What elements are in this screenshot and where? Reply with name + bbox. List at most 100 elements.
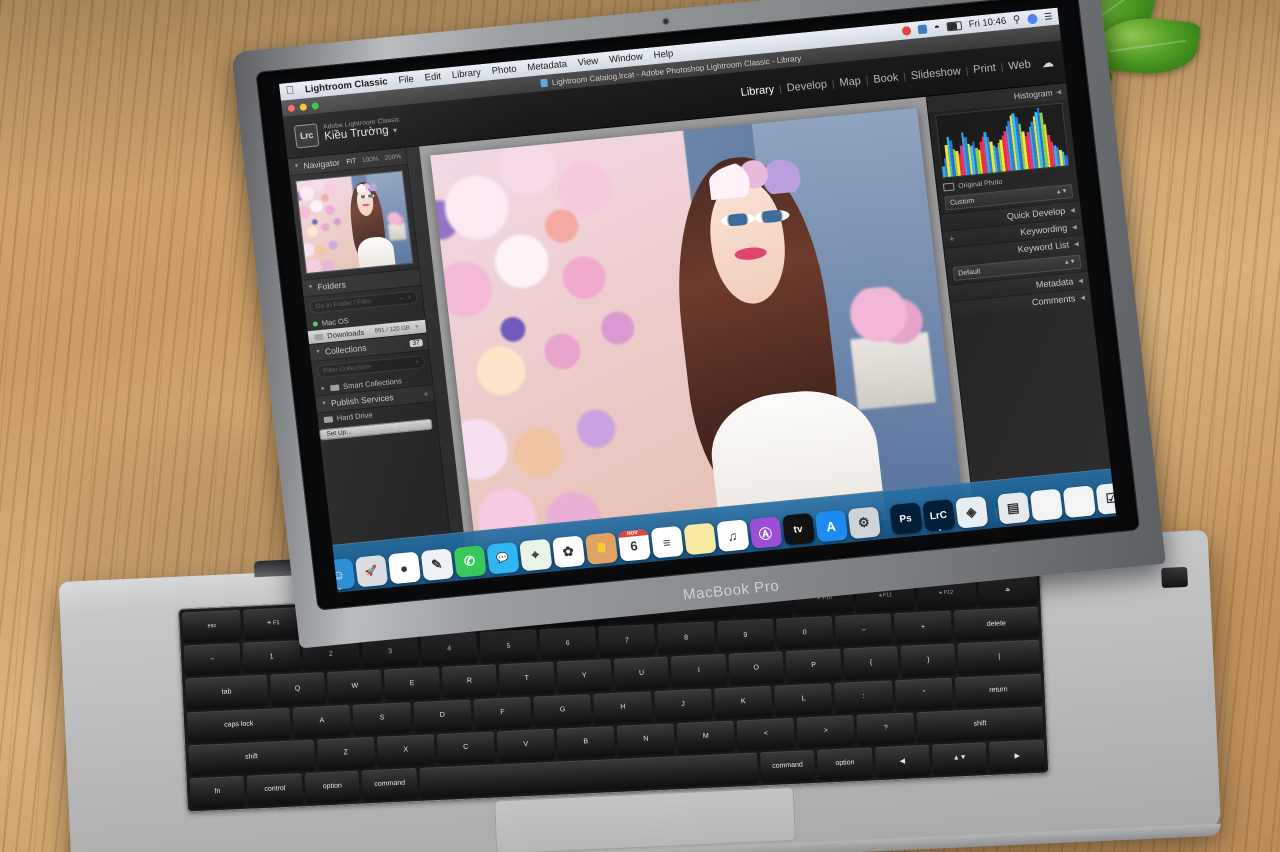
key-g[interactable]: G [533,693,592,727]
minus-icon[interactable]: – [399,295,403,302]
appletv-icon[interactable]: tv [781,512,815,546]
siri-icon[interactable] [1026,13,1038,25]
cloud-sync-icon[interactable]: ☁ [1041,55,1055,70]
combo-arrows-icon[interactable]: ▲▼ [1055,188,1068,195]
chevron-down-icon[interactable]: ▼ [414,324,421,331]
triangle-icon[interactable]: ▼ [321,401,328,408]
key-f[interactable]: F [473,696,532,730]
key-[interactable]: + [894,610,952,644]
key-1[interactable]: 1 [242,640,301,674]
lightroom-classic-icon[interactable]: LrC [921,499,956,532]
key-option[interactable]: option [817,747,873,780]
key-e[interactable]: E [384,667,441,700]
menu-item-edit[interactable]: Edit [424,71,442,84]
key-0[interactable]: 0 [775,616,834,649]
key-5[interactable]: 5 [479,629,538,663]
collapse-caret-icon[interactable]: ◀ [1080,294,1085,301]
combo-arrows-icon[interactable]: ▲▼ [1064,259,1077,266]
key-[interactable]: ▶ [989,739,1046,773]
key-option[interactable]: option [304,770,361,804]
downloads-stack-icon[interactable]: ▤ [996,491,1030,525]
module-web[interactable]: Web [1008,58,1032,72]
key-[interactable]: " [894,677,954,710]
histogram-graph[interactable] [934,102,1070,179]
launchpad-icon[interactable]: 🚀 [354,554,388,588]
reminders-icon[interactable]: ≡ [650,525,684,559]
menu-item-library[interactable]: Library [451,67,481,81]
key-u[interactable]: U [613,656,670,690]
facetime-icon[interactable]: ✆ [452,545,487,578]
key-p[interactable]: P [785,649,842,682]
chevron-down-icon[interactable]: ▼ [391,128,399,136]
key-q[interactable]: Q [269,672,326,706]
plus-icon[interactable]: + [415,359,420,366]
key-b[interactable]: B [556,725,616,759]
key-t[interactable]: T [499,662,555,695]
key-[interactable]: : [834,679,894,713]
system-preferences-icon[interactable]: ⚙ [847,506,881,540]
key-n[interactable]: N [616,723,676,756]
key-x[interactable]: X [376,733,435,767]
battery-icon[interactable] [946,21,963,32]
key-i[interactable]: I [671,654,727,687]
podcasts-icon[interactable]: Ⓐ [748,516,782,549]
photoshop-icon[interactable]: Ps [888,502,923,536]
publish-add[interactable]: + [423,389,429,399]
minimized-window-1[interactable] [1029,488,1063,522]
key-return[interactable]: return [954,673,1043,708]
record-icon[interactable] [901,25,912,36]
key-j[interactable]: J [653,688,713,721]
module-book[interactable]: Book [873,71,899,85]
module-map[interactable]: Map [839,75,862,89]
key-m[interactable]: M [676,720,736,754]
module-slideshow[interactable]: Slideshow [910,65,961,82]
app-store-icon[interactable]: A [814,509,848,543]
notes-icon[interactable] [682,522,717,556]
key-7[interactable]: 7 [598,624,656,657]
key-[interactable]: ? [856,712,916,745]
loupe-photo[interactable] [430,107,963,551]
minimized-window-2[interactable] [1062,485,1096,519]
key-command[interactable]: command [759,749,816,783]
itunes-icon[interactable]: ♫ [715,519,750,553]
section-plus-icon[interactable]: + [949,234,955,244]
triangle-icon[interactable]: ▼ [315,349,322,356]
key-y[interactable]: Y [556,659,613,693]
key-control[interactable]: control [247,773,303,806]
navigator-preview[interactable] [295,170,414,275]
key-9[interactable]: 9 [716,618,775,652]
key-caps-lock[interactable]: caps lock [186,707,291,743]
key-esc[interactable]: esc [182,609,242,643]
screen-share-icon[interactable] [917,24,928,35]
key-[interactable]: ▲▼ [931,742,988,775]
menu-item-help[interactable]: Help [653,48,674,61]
key-f1[interactable]: ☀ F1 [243,607,303,640]
zoom-100[interactable]: 100% [362,155,379,164]
key-[interactable]: { [843,646,899,680]
module-develop[interactable]: Develop [786,78,828,94]
contacts-icon[interactable]: 📒 [584,532,618,565]
key-shift[interactable]: shift [188,739,315,776]
key-[interactable]: > [796,714,856,748]
key-k[interactable]: K [714,685,773,719]
menu-item-photo[interactable]: Photo [491,64,517,77]
key-8[interactable]: 8 [657,621,715,655]
key-l[interactable]: L [774,682,833,716]
collapse-caret-icon[interactable]: ◀ [1070,206,1075,213]
menu-item-window[interactable]: Window [609,51,644,65]
key-s[interactable]: S [352,701,412,735]
module-library[interactable]: Library [740,84,775,99]
menu-item-file[interactable]: File [398,74,415,86]
search-icon[interactable]: ⚲ [1013,14,1022,26]
key-[interactable]: – [835,613,893,647]
key-d[interactable]: D [413,699,472,732]
control-center-icon[interactable]: ☰ [1044,11,1053,23]
calendar-icon[interactable]: 6 NOV [617,529,651,562]
photos-icon[interactable]: ✿ [551,535,585,569]
key-[interactable]: ◀ [874,744,931,778]
key-[interactable]: < [736,717,796,751]
key-w[interactable]: W [326,669,383,703]
disclosure-triangle-icon[interactable]: ► [320,385,327,392]
menu-item-metadata[interactable]: Metadata [527,59,568,74]
key-6[interactable]: 6 [538,626,597,660]
